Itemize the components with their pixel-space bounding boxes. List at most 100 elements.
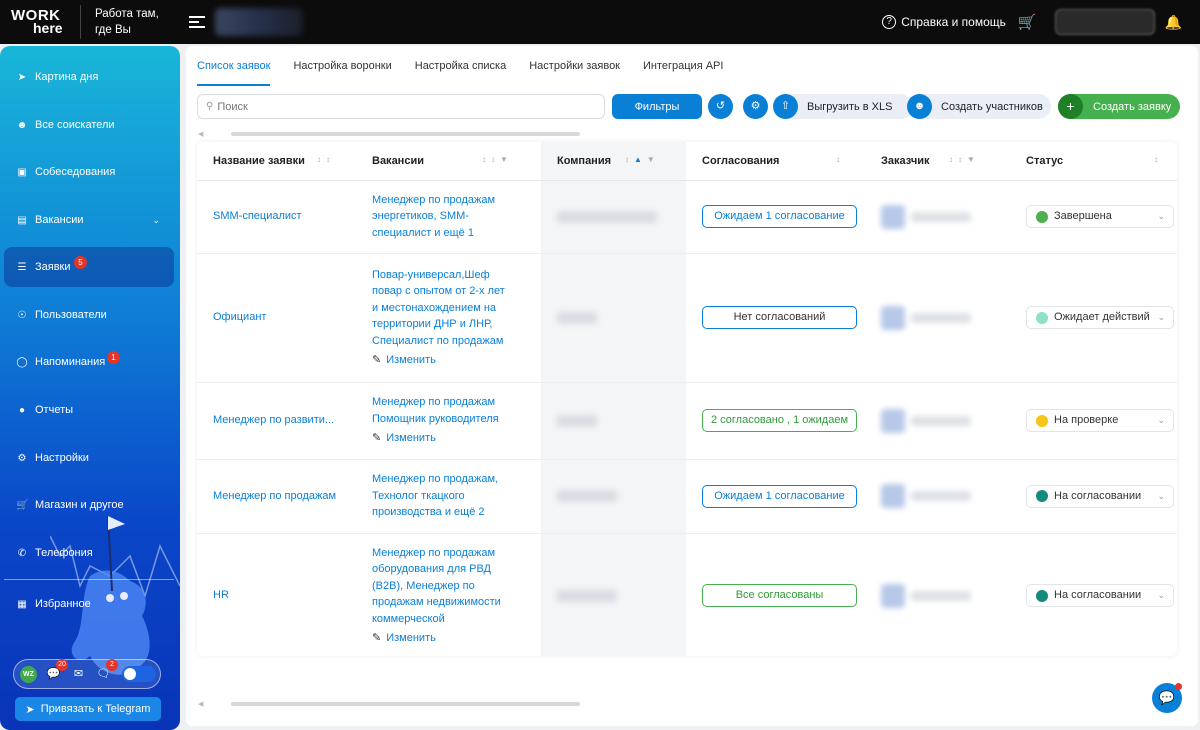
vacancy-line[interactable]: Менеджер по продажам, <box>372 471 541 488</box>
status-select[interactable]: На согласовании ⌄ <box>1026 484 1174 508</box>
edit-vacancies-link[interactable]: ✎ Изменить <box>372 352 541 369</box>
vacancies-cell[interactable]: Повар-универсал,Шеф повар с опытом от 2-… <box>356 253 541 383</box>
history-icon[interactable]: ↺ <box>708 94 733 119</box>
vacancy-line[interactable]: Менеджер по продажам <box>372 192 541 209</box>
sidebar-item-telephony[interactable]: ✆ Телефония <box>4 533 174 573</box>
vacancies-cell[interactable]: Менеджер по продажам, Технолог ткацкого … <box>356 459 541 534</box>
request-name-link[interactable]: Менеджер по продажам <box>213 490 336 502</box>
scroll-left-arrow-icon[interactable]: ◀ <box>198 700 203 708</box>
sidebar-item-favorites[interactable]: ▦ Избранное <box>4 584 174 624</box>
cart-icon[interactable]: 🛒 <box>1018 13 1037 31</box>
vacancies-cell[interactable]: Менеджер по продажам энергетиков, SMM- с… <box>356 180 541 254</box>
sidebar-item-settings[interactable]: ⚙ Настройки <box>4 438 174 478</box>
vacancy-line[interactable]: Специалист по продажам <box>372 333 541 350</box>
mail-icon[interactable]: ✉ <box>70 666 87 683</box>
approval-status-button[interactable]: Ожидаем 1 согласование <box>702 484 857 508</box>
edit-vacancies-link[interactable]: ✎ Изменить <box>372 630 541 647</box>
vacancy-line[interactable]: Технолог ткацкого <box>372 488 541 505</box>
notifications-bell-icon[interactable]: 🔔 <box>1165 14 1182 31</box>
search-input[interactable] <box>217 100 578 113</box>
table-row[interactable]: HR Менеджер по продажам оборудования для… <box>197 533 1177 656</box>
messages-icon[interactable]: 🗨 2 <box>95 658 118 683</box>
request-name-cell[interactable]: Официант <box>197 253 356 383</box>
tab-request-list[interactable]: Список заявок <box>197 46 271 86</box>
vacancy-line[interactable]: и местонахождением на <box>372 300 541 317</box>
status-select[interactable]: Ожидает действий ⌄ <box>1026 306 1174 329</box>
vacancy-line[interactable]: Менеджер по продажам <box>372 545 541 562</box>
vacancy-line[interactable]: оборудования для РВД <box>372 561 541 578</box>
sidebar-item-reminders[interactable]: ◯ Напоминания 1 <box>4 342 174 382</box>
vacancy-line[interactable]: (B2B), Менеджер по <box>372 578 541 595</box>
column-sort-icon[interactable]: ↕↕ <box>317 155 335 164</box>
column-resize-icon[interactable]: ↕ <box>836 155 845 164</box>
vacancy-line[interactable]: повар с опытом от 2-х лет <box>372 283 541 300</box>
filters-button[interactable]: Фильтры <box>612 94 702 119</box>
column-resize-icon[interactable]: ↕ <box>1154 155 1163 164</box>
column-filter-icon[interactable]: ↕↕▼ <box>482 155 513 164</box>
request-name-link[interactable]: HR <box>213 589 229 601</box>
sidebar-item-reports[interactable]: ● Отчеты <box>4 390 174 430</box>
approval-status-button[interactable]: Нет согласований <box>702 306 857 329</box>
telegram-link-button[interactable]: ➤ Привязать к Telegram <box>15 697 161 721</box>
table-row[interactable]: SMM-специалист Менеджер по продажам энер… <box>197 180 1177 254</box>
vacancy-line[interactable]: специалист и ещё 1 <box>372 225 541 242</box>
tab-funnel-settings[interactable]: Настройка воронки <box>293 46 391 86</box>
horizontal-scrollbar-bottom[interactable] <box>231 702 580 706</box>
sidebar-item-users[interactable]: ☉ Пользователи <box>4 295 174 335</box>
scroll-left-arrow-icon[interactable]: ◀ <box>198 130 203 138</box>
theme-toggle[interactable] <box>122 666 156 682</box>
edit-vacancies-link[interactable]: ✎ Изменить <box>372 430 541 447</box>
search-box[interactable]: ⚲ <box>197 94 605 119</box>
column-filter-icon[interactable]: ↕↕▼ <box>949 155 980 164</box>
request-name-link[interactable]: Официант <box>213 311 266 323</box>
column-header-approvals[interactable]: Согласования ↕ <box>686 142 865 181</box>
request-name-link[interactable]: SMM-специалист <box>213 210 302 222</box>
status-select[interactable]: Завершена ⌄ <box>1026 205 1174 228</box>
tab-request-settings[interactable]: Настройки заявок <box>529 46 620 86</box>
column-header-vacancies[interactable]: Вакансии ↕↕▼ <box>356 142 541 181</box>
menu-collapse-icon[interactable] <box>189 16 205 28</box>
column-header-company[interactable]: Компания ↕▲▼ <box>541 142 686 181</box>
create-request-button[interactable]: + Создать заявку <box>1058 94 1180 119</box>
blurred-company-selector[interactable] <box>215 8 303 36</box>
tab-api-integration[interactable]: Интеграция API <box>643 46 723 86</box>
help-link[interactable]: ? Справка и помощь <box>882 15 1006 29</box>
status-select[interactable]: На проверке ⌄ <box>1026 409 1174 432</box>
workzilla-badge[interactable]: WZ <box>20 665 37 683</box>
sidebar-item-interviews[interactable]: ▣ Собеседования <box>4 152 174 192</box>
request-name-cell[interactable]: Менеджер по развити... <box>197 382 356 460</box>
vacancy-line[interactable]: коммерческой <box>372 611 541 628</box>
vacancy-line[interactable]: продажам недвижимости <box>372 594 541 611</box>
request-name-cell[interactable]: Менеджер по продажам <box>197 459 356 534</box>
request-name-cell[interactable]: SMM-специалист <box>197 180 356 254</box>
status-select[interactable]: На согласовании ⌄ <box>1026 584 1174 607</box>
vacancy-line[interactable]: Повар-универсал,Шеф <box>372 267 541 284</box>
table-row[interactable]: Менеджер по развити... Менеджер по прода… <box>197 382 1177 460</box>
vacancy-line[interactable]: энергетиков, SMM- <box>372 208 541 225</box>
table-row[interactable]: Официант Повар-универсал,Шеф повар с опы… <box>197 253 1177 383</box>
chat-icon[interactable]: 💬 20 <box>45 658 68 683</box>
request-name-link[interactable]: Менеджер по развити... <box>213 414 334 426</box>
export-xls-button[interactable]: ⇧ Выгрузить в XLS <box>773 94 913 119</box>
sidebar-item-all-candidates[interactable]: ☻ Все соискатели <box>4 105 174 145</box>
column-header-name[interactable]: Название заявки ↕↕ <box>197 142 356 181</box>
vacancies-cell[interactable]: Менеджер по продажам оборудования для РВ… <box>356 533 541 656</box>
tab-list-settings[interactable]: Настройка списка <box>415 46 506 86</box>
create-members-button[interactable]: ☻ Создать участников <box>907 94 1051 119</box>
support-chat-button[interactable]: 💬 <box>1152 683 1182 713</box>
vacancies-cell[interactable]: Менеджер по продажам Помощник руководите… <box>356 382 541 460</box>
request-name-cell[interactable]: HR <box>197 533 356 656</box>
sidebar-item-day-overview[interactable]: ➤ Картина дня <box>4 57 174 97</box>
horizontal-scrollbar-top[interactable] <box>231 132 580 136</box>
sidebar-item-shop[interactable]: 🛒 Магазин и другое <box>4 485 174 525</box>
vacancy-line[interactable]: Менеджер по продажам <box>372 394 541 411</box>
logo[interactable]: WORK here <box>0 8 80 35</box>
settings-gear-icon[interactable]: ⚙ <box>743 94 768 119</box>
vacancy-line[interactable]: производства и ещё 2 <box>372 504 541 521</box>
table-row[interactable]: Менеджер по продажам Менеджер по продажа… <box>197 459 1177 534</box>
sidebar-item-vacancies[interactable]: ▤ Вакансии ⌄ <box>4 200 174 240</box>
vacancy-line[interactable]: Помощник руководителя <box>372 411 541 428</box>
approval-status-button[interactable]: 2 согласовано , 1 ожидаем <box>702 409 857 432</box>
column-header-customer[interactable]: Заказчик ↕↕▼ <box>865 142 1010 181</box>
blurred-user-field[interactable] <box>1054 9 1155 35</box>
